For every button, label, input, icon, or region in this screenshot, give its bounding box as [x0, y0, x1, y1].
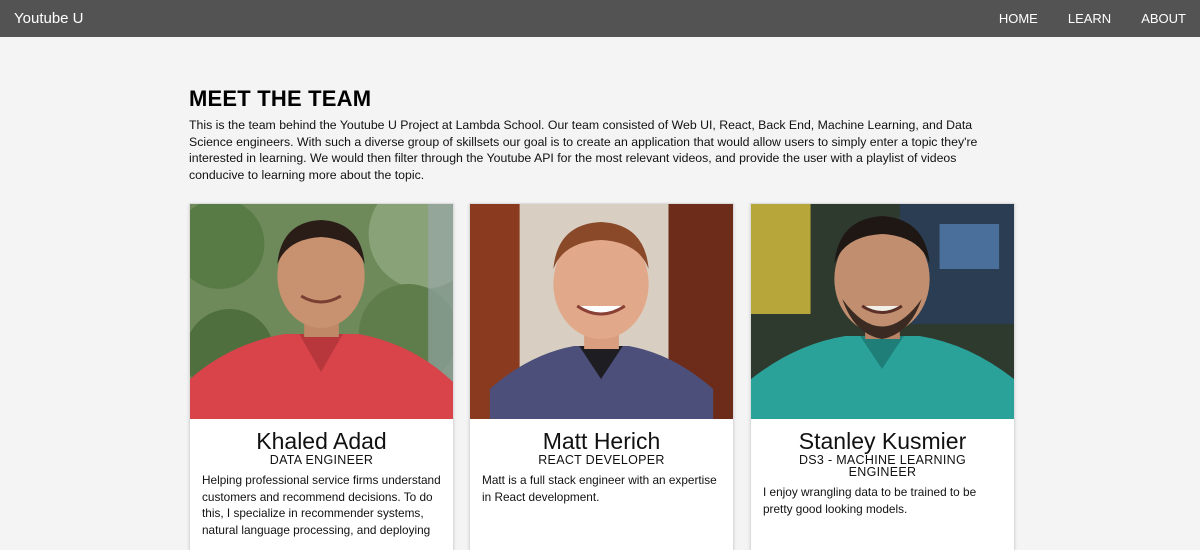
team-cards: Khaled Adad DATA ENGINEER Helping profes…: [189, 203, 1015, 550]
member-photo: [751, 204, 1014, 419]
member-role: DATA ENGINEER: [269, 453, 374, 467]
nav-link-about[interactable]: ABOUT: [1141, 11, 1186, 26]
member-bio: Helping professional service firms under…: [202, 473, 441, 537]
member-photo: [470, 204, 733, 419]
member-name: Stanley Kusmier: [798, 428, 967, 454]
team-card-khaled: Khaled Adad DATA ENGINEER Helping profes…: [189, 203, 454, 550]
member-name: Matt Herich: [542, 428, 661, 454]
team-card-stanley: Stanley Kusmier DS3 - MACHINE LEARNING E…: [750, 203, 1015, 550]
member-role: REACT DEVELOPER: [538, 453, 665, 467]
nav-link-home[interactable]: HOME: [999, 11, 1038, 26]
intro-paragraph: This is the team behind the Youtube U Pr…: [189, 118, 978, 182]
nav-links: HOME LEARN ABOUT: [999, 11, 1186, 26]
member-bio: I enjoy wrangling data to be trained to …: [763, 485, 977, 516]
team-card-matt: Matt Herich REACT DEVELOPER Matt is a fu…: [469, 203, 734, 550]
top-navbar: Youtube U HOME LEARN ABOUT: [0, 0, 1200, 37]
main-content: MEET THE TEAM This is the team behind th…: [189, 86, 1015, 183]
member-role: DS3 - MACHINE LEARNING ENGINEER: [798, 453, 967, 479]
member-bio: Matt is a full stack engineer with an ex…: [482, 473, 717, 504]
brand-logo[interactable]: Youtube U: [14, 10, 84, 27]
member-name: Khaled Adad: [256, 428, 387, 454]
member-photo: [190, 204, 453, 419]
nav-link-learn[interactable]: LEARN: [1068, 11, 1111, 26]
page-title: MEET THE TEAM: [189, 86, 372, 111]
